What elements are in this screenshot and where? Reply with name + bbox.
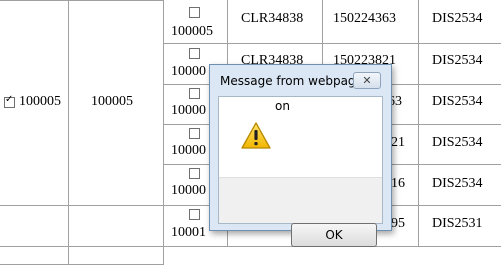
row-checkbox[interactable] xyxy=(189,88,200,99)
row-number: 95 xyxy=(391,216,405,231)
close-icon: ✕ xyxy=(362,74,372,87)
row-id: 100005 xyxy=(171,24,213,39)
dialog-message: on xyxy=(275,99,290,113)
row-code: CLR34838 xyxy=(241,11,304,26)
row-number: 150224363 xyxy=(333,11,396,26)
parent-row-id: 100005 xyxy=(19,94,61,109)
alert-dialog: Message from webpage ✕ on OK xyxy=(209,64,392,247)
row-checkbox[interactable] xyxy=(189,168,200,179)
row-dis: DIS2531 xyxy=(432,216,483,231)
dialog-title: Message from webpage xyxy=(220,74,363,88)
row-checkbox[interactable] xyxy=(189,7,200,18)
table-bottom-border xyxy=(0,246,501,247)
row-checkbox[interactable] xyxy=(189,209,200,220)
warning-icon xyxy=(241,122,271,149)
parent-row-checkbox[interactable] xyxy=(4,94,15,108)
row-id: 10000 xyxy=(171,143,206,158)
lower-left-cell xyxy=(0,205,69,265)
row-checkbox[interactable] xyxy=(189,48,200,59)
row-dis: DIS2534 xyxy=(432,11,483,26)
row-id: 10000 xyxy=(171,183,206,198)
row-dis: DIS2534 xyxy=(432,53,483,68)
row-id: 10000 xyxy=(171,103,206,118)
lower-mid-cell xyxy=(68,205,164,265)
parent-row-value: 100005 xyxy=(91,94,133,109)
dialog-footer xyxy=(219,177,382,223)
row-number: 16 xyxy=(391,176,405,191)
dialog-body xyxy=(218,96,383,224)
ok-button[interactable]: OK xyxy=(291,223,377,247)
row-dis: DIS2534 xyxy=(432,176,483,191)
row-dis: DIS2534 xyxy=(432,135,483,150)
row-checkbox[interactable] xyxy=(189,128,200,139)
row-dis: DIS2534 xyxy=(432,94,483,109)
close-button[interactable]: ✕ xyxy=(353,72,381,89)
row-number: 21 xyxy=(391,135,405,150)
row-id: 10000 xyxy=(171,64,206,79)
row-id: 10001 xyxy=(171,225,206,240)
